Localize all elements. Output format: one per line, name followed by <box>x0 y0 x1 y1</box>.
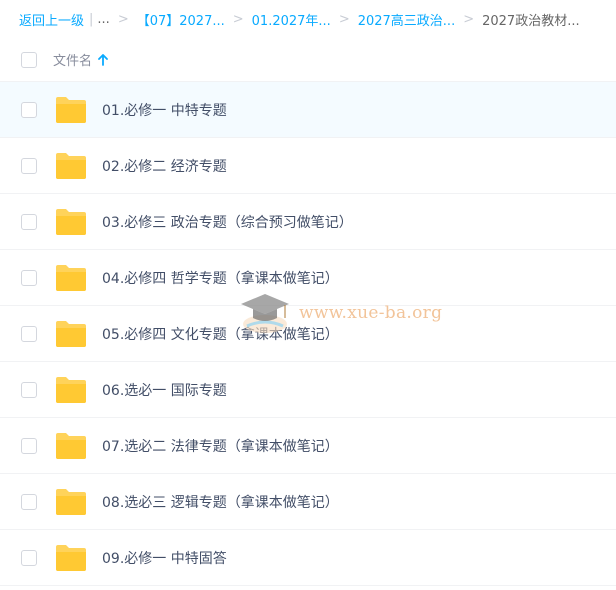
file-name[interactable]: 07.选必二 法律专题（拿课本做笔记） <box>102 436 339 456</box>
file-row[interactable]: 03.必修三 政治专题（综合预习做笔记） <box>0 194 616 250</box>
breadcrumb-item[interactable]: 【07】2027... <box>137 10 225 29</box>
chevron-right-icon: > <box>117 11 129 27</box>
file-row[interactable]: 08.选必三 逻辑专题（拿课本做笔记） <box>0 474 616 530</box>
row-checkbox[interactable] <box>21 494 37 510</box>
file-name[interactable]: 02.必修二 经济专题 <box>102 156 227 176</box>
breadcrumb-item[interactable]: 2027高三政治... <box>358 10 455 29</box>
file-name[interactable]: 01.必修一 中特专题 <box>102 100 227 120</box>
file-row[interactable]: 04.必修四 哲学专题（拿课本做笔记） <box>0 250 616 306</box>
file-list-header: 文件名 <box>0 38 616 82</box>
chevron-right-icon: > <box>463 11 475 27</box>
folder-icon <box>56 97 86 123</box>
column-header-filename[interactable]: 文件名 <box>53 50 108 69</box>
file-name[interactable]: 08.选必三 逻辑专题（拿课本做笔记） <box>102 492 339 512</box>
file-name[interactable]: 04.必修四 哲学专题（拿课本做笔记） <box>102 268 339 288</box>
folder-icon <box>56 545 86 571</box>
folder-icon <box>56 265 86 291</box>
breadcrumb-item[interactable]: 01.2027年... <box>252 10 331 29</box>
file-row[interactable]: 02.必修二 经济专题 <box>0 138 616 194</box>
breadcrumb-ellipsis[interactable]: ... <box>97 12 109 27</box>
file-name[interactable]: 03.必修三 政治专题（综合预习做笔记） <box>102 212 353 232</box>
file-list: 01.必修一 中特专题 02.必修二 经济专题 03.必修三 政治专题（综合预习… <box>0 82 616 586</box>
file-row[interactable]: 05.必修四 文化专题（拿课本做笔记） <box>0 306 616 362</box>
row-checkbox[interactable] <box>21 382 37 398</box>
back-link[interactable]: 返回上一级 <box>19 10 84 29</box>
row-checkbox[interactable] <box>21 438 37 454</box>
column-header-label: 文件名 <box>53 54 93 69</box>
folder-icon <box>56 321 86 347</box>
file-name[interactable]: 05.必修四 文化专题（拿课本做笔记） <box>102 324 339 344</box>
file-row[interactable]: 07.选必二 法律专题（拿课本做笔记） <box>0 418 616 474</box>
chevron-right-icon: > <box>338 11 350 27</box>
file-row[interactable]: 09.必修一 中特固答 <box>0 530 616 586</box>
row-checkbox[interactable] <box>21 270 37 286</box>
breadcrumb-divider: | <box>89 11 94 27</box>
row-checkbox[interactable] <box>21 214 37 230</box>
select-all-checkbox[interactable] <box>21 51 37 68</box>
folder-icon <box>56 489 86 515</box>
sort-arrow-up-icon <box>98 53 108 66</box>
chevron-right-icon: > <box>232 11 244 27</box>
breadcrumb: 返回上一级 | ... > 【07】2027... > 01.2027年... … <box>0 0 616 38</box>
folder-icon <box>56 153 86 179</box>
row-checkbox[interactable] <box>21 102 37 118</box>
file-name[interactable]: 09.必修一 中特固答 <box>102 548 227 568</box>
row-checkbox[interactable] <box>21 550 37 566</box>
file-name[interactable]: 06.选必一 国际专题 <box>102 380 227 400</box>
folder-icon <box>56 433 86 459</box>
row-checkbox[interactable] <box>21 326 37 342</box>
folder-icon <box>56 209 86 235</box>
row-checkbox[interactable] <box>21 158 37 174</box>
file-row[interactable]: 01.必修一 中特专题 <box>0 82 616 138</box>
file-row[interactable]: 06.选必一 国际专题 <box>0 362 616 418</box>
folder-icon <box>56 377 86 403</box>
breadcrumb-current: 2027政治教材... <box>482 13 580 29</box>
